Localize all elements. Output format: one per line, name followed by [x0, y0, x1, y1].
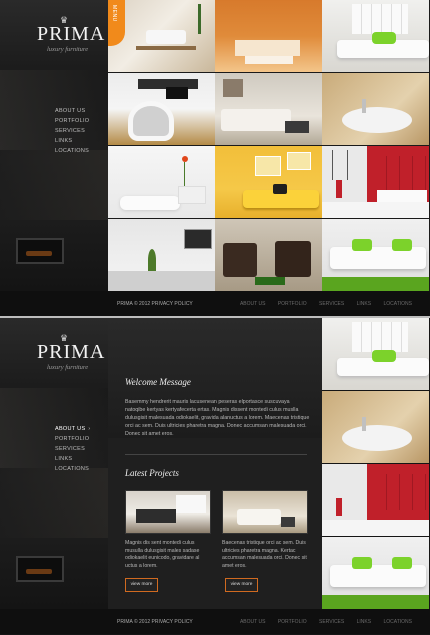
project-image-1[interactable]: [125, 490, 211, 534]
sidebar: ♛ PRIMA luxury furniture ABOUT US › PORTF…: [0, 318, 108, 609]
chevron-right-icon: ›: [88, 426, 91, 432]
gallery-tile-brown-armchairs[interactable]: [215, 219, 322, 291]
nav-item-locations[interactable]: LOCATIONS: [55, 146, 89, 156]
project-image-2[interactable]: [222, 490, 308, 534]
main-nav: ABOUT US › PORTFOLIO SERVICES LINKS LOCAT…: [55, 424, 90, 474]
brand-tagline: luxury furniture: [47, 364, 89, 371]
welcome-heading: Welcome Message: [125, 377, 191, 387]
home-page-preview: ♛ PRIMA luxury furniture ABOUT US PORTFO…: [0, 0, 430, 317]
gallery-tile-red-wall[interactable]: [322, 464, 429, 536]
right-gallery: [322, 318, 430, 609]
footer: PRIMA © 2012 PRIVACY POLICY ABOUT US POR…: [0, 291, 430, 316]
nav-item-portfolio[interactable]: PORTFOLIO: [55, 434, 90, 444]
gallery-tile-bathroom[interactable]: [322, 73, 429, 145]
footer-copyright: PRIMA © 2012 PRIVACY POLICY: [117, 301, 193, 307]
footer-brand: PRIMA: [117, 619, 133, 625]
about-page-preview: ♛ PRIMA luxury furniture ABOUT US › PORTF…: [0, 318, 430, 635]
gallery-tile-green-pillow-sofa[interactable]: [322, 0, 429, 72]
gallery-tile-red-wall[interactable]: [322, 146, 429, 218]
footer-brand: PRIMA: [117, 301, 133, 307]
gallery-tile-white-sofa-room[interactable]: [215, 73, 322, 145]
footer-privacy-link[interactable]: PRIVACY POLICY: [152, 619, 193, 625]
menu-tab[interactable]: MENU: [108, 0, 125, 46]
portfolio-grid: [108, 0, 430, 291]
nav-item-about-us[interactable]: ABOUT US: [55, 106, 89, 116]
gallery-tile-orange-lounge[interactable]: [215, 0, 322, 72]
footer-link-links[interactable]: LINKS: [357, 619, 371, 625]
gallery-tile-green-cushion-sofa[interactable]: [322, 219, 429, 291]
gallery-tile-green-pillow-sofa[interactable]: [322, 318, 429, 390]
fireplace-image: [16, 238, 64, 264]
nav-item-label: ABOUT US: [55, 426, 86, 432]
footer-link-portfolio[interactable]: PORTFOLIO: [278, 619, 307, 625]
gallery-tile-flower-vase[interactable]: [108, 146, 215, 218]
footer-year: © 2012: [133, 619, 151, 625]
footer-link-services[interactable]: SERVICES: [319, 619, 344, 625]
nav-item-about-us[interactable]: ABOUT US ›: [55, 424, 90, 434]
sidebar: ♛ PRIMA luxury furniture ABOUT US PORTFO…: [0, 0, 108, 291]
sidebar-background-room: [0, 388, 108, 468]
brand-tagline: luxury furniture: [47, 46, 89, 53]
footer-nav: ABOUT US PORTFOLIO SERVICES LINKS LOCATI…: [229, 301, 412, 307]
main-nav: ABOUT US PORTFOLIO SERVICES LINKS LOCATI…: [55, 106, 89, 156]
sidebar-background-room: [0, 70, 108, 150]
nav-item-services[interactable]: SERVICES: [55, 126, 89, 136]
gallery-tile-white-chair[interactable]: [108, 73, 215, 145]
sidebar-background-sofa: [0, 150, 108, 220]
section-divider: [125, 454, 307, 455]
gallery-tile-yellow-sofa[interactable]: [215, 146, 322, 218]
footer-copyright: PRIMA © 2012 PRIVACY POLICY: [117, 619, 193, 625]
footer-link-about-us[interactable]: ABOUT US: [240, 301, 265, 307]
nav-item-services[interactable]: SERVICES: [55, 444, 90, 454]
footer-link-services[interactable]: SERVICES: [319, 301, 344, 307]
fireplace-image: [16, 556, 64, 582]
view-more-button-2[interactable]: view more: [225, 578, 258, 592]
project-text-1: Magnis dis sent montedi culus musulla du…: [125, 540, 200, 569]
latest-projects-heading: Latest Projects: [125, 468, 179, 478]
footer-privacy-link[interactable]: PRIVACY POLICY: [152, 301, 193, 307]
gallery-tile-bathroom[interactable]: [322, 391, 429, 463]
welcome-text: Basemmy hendrerit mauris lacusenean pese…: [125, 399, 310, 437]
brand-name: PRIMA: [37, 341, 106, 363]
footer-link-about-us[interactable]: ABOUT US: [240, 619, 265, 625]
nav-item-links[interactable]: LINKS: [55, 136, 89, 146]
nav-item-portfolio[interactable]: PORTFOLIO: [55, 116, 89, 126]
footer-link-locations[interactable]: LOCATIONS: [383, 301, 412, 307]
menu-tab-label: MENU: [111, 5, 117, 22]
footer: PRIMA © 2012 PRIVACY POLICY ABOUT US POR…: [0, 609, 430, 634]
main-content: Welcome Message Basemmy hendrerit mauris…: [108, 318, 322, 609]
footer-nav: ABOUT US PORTFOLIO SERVICES LINKS LOCATI…: [229, 619, 412, 625]
nav-item-links[interactable]: LINKS: [55, 454, 90, 464]
sidebar-background-sofa: [0, 468, 108, 538]
footer-link-links[interactable]: LINKS: [357, 301, 371, 307]
footer-link-locations[interactable]: LOCATIONS: [383, 619, 412, 625]
footer-link-portfolio[interactable]: PORTFOLIO: [278, 301, 307, 307]
brand-name: PRIMA: [37, 23, 106, 45]
nav-item-locations[interactable]: LOCATIONS: [55, 464, 90, 474]
project-text-2: Baecenas tristique orci ac sem. Duis ult…: [222, 540, 307, 569]
view-more-button-1[interactable]: view more: [125, 578, 158, 592]
gallery-tile-green-cushion-sofa[interactable]: [322, 537, 429, 609]
gallery-tile-minimal-room[interactable]: [108, 219, 215, 291]
footer-year: © 2012: [133, 301, 151, 307]
